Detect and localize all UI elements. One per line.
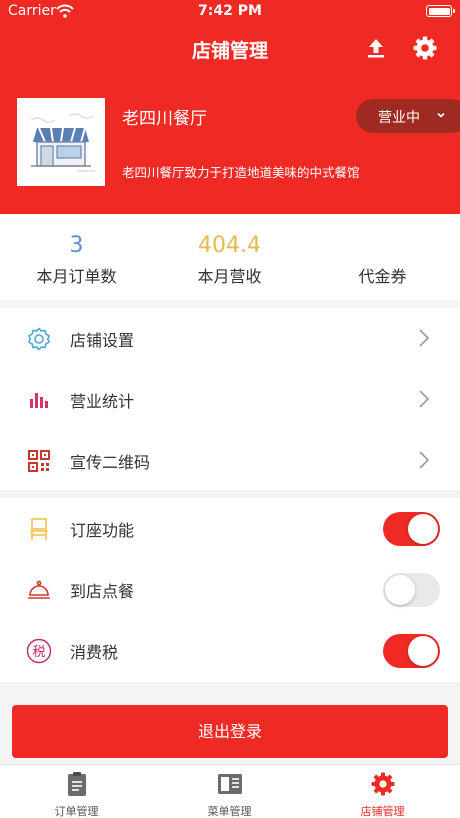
consumption-tax-toggle[interactable]: [383, 634, 440, 668]
stats-panel: 3 本月订单数 404.4 本月营收 代金券: [0, 214, 460, 300]
stat-value: 3: [69, 233, 84, 258]
toggle-row-reservation: 订座功能: [0, 498, 460, 559]
chevron-right-icon: [419, 390, 430, 408]
toggle-label: 消费税: [70, 643, 119, 662]
stat-monthly-revenue[interactable]: 404.4 本月营收: [153, 214, 306, 300]
toggle-row-consumption-tax: 税 消费税: [0, 620, 460, 681]
tab-label: 菜单管理: [207, 805, 252, 818]
store-description: 老四川餐厅致力于打造地道美味的中式餐馆: [122, 165, 360, 180]
stat-value: 404.4: [198, 233, 261, 258]
logout-button[interactable]: 退出登录: [12, 705, 448, 758]
stat-label: 代金券: [358, 267, 407, 286]
upload-icon[interactable]: [364, 36, 388, 60]
toggle-row-dine-in-order: 到店点餐: [0, 559, 460, 620]
store-name: 老四川餐厅: [122, 109, 207, 129]
menu-item-label: 营业统计: [70, 392, 135, 411]
menu-item-store-settings[interactable]: 店铺设置: [0, 308, 460, 369]
business-status-label: 营业中: [378, 110, 420, 126]
clipboard-icon: [68, 772, 86, 796]
tab-bar: 订单管理 菜单管理 店铺管理: [0, 764, 460, 818]
settings-menu: 店铺设置 营业统计 宣传二维码: [0, 308, 460, 490]
chair-icon: [30, 518, 48, 540]
menu-item-promo-qr-code[interactable]: 宣传二维码: [0, 430, 460, 491]
header: Carrier 7:42 PM 店铺管理 老四川餐厅 老四川餐厅致力于打造地道美…: [0, 0, 460, 214]
stat-vouchers[interactable]: 代金券: [306, 214, 459, 300]
qr-code-icon: [28, 450, 50, 472]
menu-item-label: 店铺设置: [70, 331, 135, 350]
tax-icon-text: 税: [32, 645, 45, 660]
tab-menu-management[interactable]: 菜单管理: [153, 765, 306, 818]
toggle-knob: [385, 575, 415, 605]
clock: 7:42 PM: [198, 3, 262, 19]
chevron-down-icon: [437, 112, 445, 118]
tab-order-management[interactable]: 订单管理: [0, 765, 153, 818]
tax-icon: 税: [26, 638, 52, 664]
chevron-right-icon: [419, 329, 430, 347]
food-cloche-icon: [28, 580, 50, 599]
menu-item-label: 宣传二维码: [70, 453, 151, 472]
bar-chart-icon: [30, 393, 48, 408]
battery-icon: [426, 5, 455, 17]
tab-label: 店铺管理: [360, 805, 405, 818]
storefront-icon: [30, 113, 95, 172]
tab-label: 订单管理: [54, 805, 99, 818]
feature-toggles: 订座功能 到店点餐 税 消费税: [0, 498, 460, 682]
toggle-label: 订座功能: [70, 521, 135, 540]
status-bar: Carrier 7:42 PM: [0, 0, 460, 24]
gear-outline-icon: [28, 327, 50, 351]
stat-monthly-orders[interactable]: 3 本月订单数: [0, 214, 153, 300]
toggle-knob: [408, 636, 438, 666]
menu-book-icon: [218, 774, 242, 794]
page-title: 店铺管理: [191, 40, 268, 62]
business-status-dropdown[interactable]: 营业中: [356, 99, 460, 133]
store-logo: [17, 98, 105, 186]
menu-item-business-statistics[interactable]: 营业统计: [0, 369, 460, 430]
gear-icon[interactable]: [412, 35, 438, 61]
tab-store-management[interactable]: 店铺管理: [306, 765, 459, 818]
store-gear-icon: [371, 772, 395, 796]
stat-label: 本月营收: [197, 267, 262, 286]
stat-label: 本月订单数: [36, 267, 117, 286]
toggle-label: 到店点餐: [70, 582, 135, 601]
chevron-right-icon: [419, 451, 430, 469]
dine-in-order-toggle[interactable]: [383, 573, 440, 607]
toggle-knob: [408, 514, 438, 544]
reservation-toggle[interactable]: [383, 512, 440, 546]
